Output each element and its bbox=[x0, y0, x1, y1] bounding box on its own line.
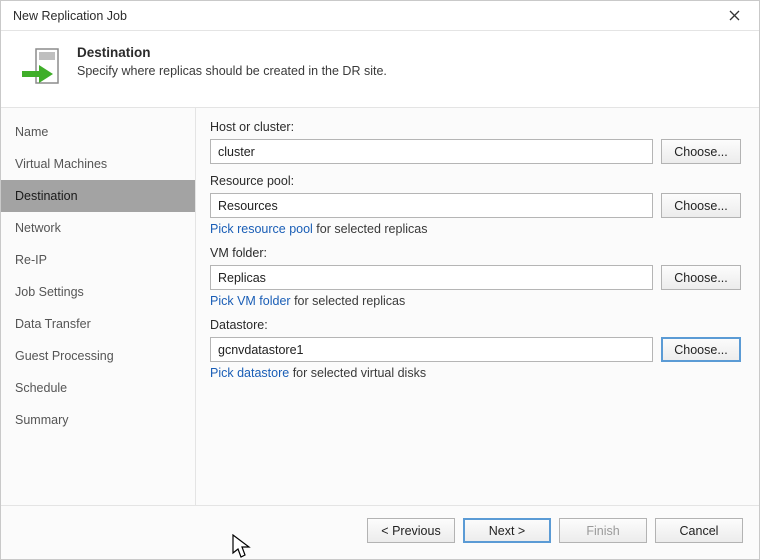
previous-button[interactable]: < Previous bbox=[367, 518, 455, 543]
sidebar-item-schedule[interactable]: Schedule bbox=[1, 372, 195, 404]
form-panel: Host or cluster: cluster Choose... Resou… bbox=[196, 108, 759, 505]
choose-resource-pool-button[interactable]: Choose... bbox=[661, 193, 741, 218]
choose-datastore-button[interactable]: Choose... bbox=[661, 337, 741, 362]
wizard-window: New Replication Job Destination Specify … bbox=[0, 0, 760, 560]
label-datastore: Datastore: bbox=[210, 318, 741, 332]
hint-vm-folder: Pick VM folder for selected replicas bbox=[210, 294, 741, 308]
header: Destination Specify where replicas shoul… bbox=[1, 31, 759, 108]
replication-icon bbox=[21, 47, 63, 89]
hint-datastore: Pick datastore for selected virtual disk… bbox=[210, 366, 741, 380]
close-button[interactable] bbox=[718, 5, 750, 27]
label-host: Host or cluster: bbox=[210, 120, 741, 134]
titlebar: New Replication Job bbox=[1, 1, 759, 31]
cancel-button[interactable]: Cancel bbox=[655, 518, 743, 543]
step-subtitle: Specify where replicas should be created… bbox=[77, 64, 387, 78]
label-vm-folder: VM folder: bbox=[210, 246, 741, 260]
field-datastore[interactable]: gcnvdatastore1 bbox=[210, 337, 653, 362]
sidebar-item-virtual-machines[interactable]: Virtual Machines bbox=[1, 148, 195, 180]
sidebar-item-re-ip[interactable]: Re-IP bbox=[1, 244, 195, 276]
sidebar-item-data-transfer[interactable]: Data Transfer bbox=[1, 308, 195, 340]
hint-resource-pool: Pick resource pool for selected replicas bbox=[210, 222, 741, 236]
sidebar-item-guest-processing[interactable]: Guest Processing bbox=[1, 340, 195, 372]
field-resource-pool[interactable]: Resources bbox=[210, 193, 653, 218]
sidebar-item-summary[interactable]: Summary bbox=[1, 404, 195, 436]
body: Name Virtual Machines Destination Networ… bbox=[1, 108, 759, 505]
next-button[interactable]: Next > bbox=[463, 518, 551, 543]
link-pick-resource-pool[interactable]: Pick resource pool bbox=[210, 222, 313, 236]
sidebar-item-job-settings[interactable]: Job Settings bbox=[1, 276, 195, 308]
choose-vm-folder-button[interactable]: Choose... bbox=[661, 265, 741, 290]
mouse-cursor-icon bbox=[232, 534, 252, 560]
choose-host-button[interactable]: Choose... bbox=[661, 139, 741, 164]
sidebar-item-name[interactable]: Name bbox=[1, 116, 195, 148]
group-resource-pool: Resource pool: Resources Choose... Pick … bbox=[210, 174, 741, 236]
footer: < Previous Next > Finish Cancel bbox=[1, 505, 759, 559]
group-datastore: Datastore: gcnvdatastore1 Choose... Pick… bbox=[210, 318, 741, 380]
field-vm-folder[interactable]: Replicas bbox=[210, 265, 653, 290]
label-resource-pool: Resource pool: bbox=[210, 174, 741, 188]
sidebar-item-network[interactable]: Network bbox=[1, 212, 195, 244]
group-vm-folder: VM folder: Replicas Choose... Pick VM fo… bbox=[210, 246, 741, 308]
sidebar-item-destination[interactable]: Destination bbox=[1, 180, 195, 212]
group-host: Host or cluster: cluster Choose... bbox=[210, 120, 741, 164]
step-title: Destination bbox=[77, 45, 387, 60]
field-host[interactable]: cluster bbox=[210, 139, 653, 164]
step-sidebar: Name Virtual Machines Destination Networ… bbox=[1, 108, 196, 505]
link-pick-datastore[interactable]: Pick datastore bbox=[210, 366, 289, 380]
link-pick-vm-folder[interactable]: Pick VM folder bbox=[210, 294, 291, 308]
finish-button: Finish bbox=[559, 518, 647, 543]
header-text: Destination Specify where replicas shoul… bbox=[77, 45, 387, 89]
window-title: New Replication Job bbox=[13, 9, 127, 23]
